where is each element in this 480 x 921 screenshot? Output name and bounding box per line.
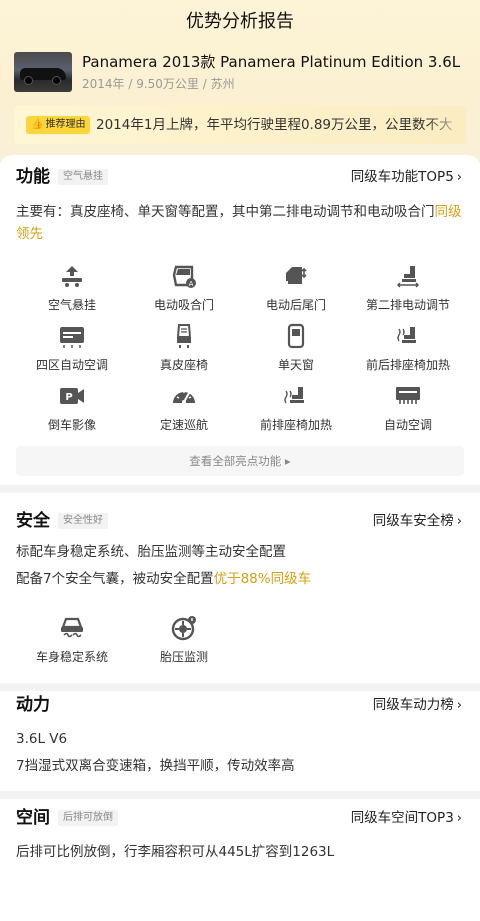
- svg-text:A: A: [189, 280, 194, 288]
- front-seat-heating-icon: [282, 383, 310, 413]
- recommend-reason-banner: 👍 推荐理由 2014年1月上牌，年平均行驶里程0.89万公里，公里数不大: [14, 106, 466, 144]
- safety-line-1: 标配车身稳定系统、胎压监测等主动安全配置: [16, 544, 286, 560]
- safety-tag: 安全性好: [58, 513, 108, 529]
- safety-feature-item[interactable]: 车身稳定系统: [16, 615, 128, 667]
- safety-feature-grid: 车身稳定系统 胎压监测: [16, 615, 464, 667]
- power-line-1: 3.6L V6: [16, 731, 68, 747]
- function-feature-label: 电动吸合门: [153, 298, 214, 312]
- function-tag: 空气悬挂: [58, 169, 108, 185]
- space-tag: 后排可放倒: [58, 810, 118, 826]
- safety-section: 安全 安全性好 同级车安全榜 › 标配车身稳定系统、胎压监测等主动安全配置 配备7…: [0, 493, 480, 683]
- function-feature-label: 第二排电动调节: [365, 298, 450, 312]
- view-all-features-button[interactable]: 查看全部亮点功能 ▸: [16, 446, 464, 476]
- space-line-1: 后排可比例放倒，行李厢容积可从445L扩容到1263L: [16, 844, 335, 860]
- recommend-reason-text: 2014年1月上牌，年平均行驶里程0.89万公里，公里数不大: [96, 117, 453, 133]
- sunroof-icon: [282, 323, 310, 353]
- safety-feature-item[interactable]: 胎压监测: [128, 615, 240, 667]
- safety-feature-label: 胎压监测: [159, 650, 208, 664]
- power-rank-link[interactable]: 同级车动力榜 ›: [373, 695, 462, 716]
- safety-title: 安全: [16, 511, 50, 531]
- function-feature-item[interactable]: 空气悬挂: [16, 263, 128, 315]
- function-feature-label: 倒车影像: [47, 418, 96, 432]
- power-line-2: 7挡湿式双离合变速箱，换挡平顺，传动效率高: [16, 758, 295, 774]
- function-feature-item[interactable]: P 倒车影像: [16, 383, 128, 435]
- soft-close-door-icon: A: [170, 263, 198, 293]
- function-feature-item[interactable]: A 电动吸合门: [128, 263, 240, 315]
- function-feature-item[interactable]: 前后排座椅加热: [352, 323, 464, 375]
- tire-pressure-icon: [170, 615, 198, 645]
- function-feature-item[interactable]: 前排座椅加热: [240, 383, 352, 435]
- second-row-seat-icon: [394, 263, 422, 293]
- seat-heating-icon: [394, 323, 422, 353]
- stability-control-icon: [58, 615, 86, 645]
- function-title: 功能: [16, 167, 50, 187]
- leather-seat-icon: [170, 323, 198, 353]
- air-suspension-icon: [58, 263, 86, 293]
- function-feature-item[interactable]: 第二排电动调节: [352, 263, 464, 315]
- function-top5-link[interactable]: 同级车功能TOP5 ›: [351, 167, 462, 188]
- page-title: 优势分析报告: [186, 11, 294, 32]
- function-feature-grid: 空气悬挂 A 电动吸合门 电动后尾门 第二排电动调节四区自动空调 真皮座椅 单天窗 前后排座椅…: [16, 263, 464, 435]
- function-feature-label: 前排座椅加热: [259, 418, 332, 432]
- function-feature-item[interactable]: 真皮座椅: [128, 323, 240, 375]
- power-title: 动力: [16, 695, 50, 715]
- chevron-right-icon: ›: [456, 698, 462, 713]
- function-feature-item[interactable]: 单天窗: [240, 323, 352, 375]
- space-title: 空间: [16, 808, 50, 828]
- space-section: 空间 后排可放倒 同级车空间TOP3 › 后排可比例放倒，行李厢容积可从445L扩…: [0, 799, 480, 921]
- car-meta: 2014年 / 9.50万公里 / 苏州: [82, 77, 235, 91]
- function-feature-label: 电动后尾门: [265, 298, 326, 312]
- function-feature-label: 前后排座椅加热: [365, 358, 450, 372]
- car-summary[interactable]: Panamera 2013款 Panamera Platinum Edition…: [14, 52, 466, 96]
- chevron-right-icon: ›: [456, 811, 462, 826]
- four-zone-ac-icon: [58, 323, 86, 353]
- car-name: Panamera 2013款 Panamera Platinum Edition…: [82, 53, 461, 71]
- power-tailgate-icon: [282, 263, 310, 293]
- space-top3-link[interactable]: 同级车空间TOP3 ›: [351, 808, 462, 829]
- function-feature-label: 定速巡航: [159, 418, 208, 432]
- cruise-control-icon: [170, 383, 198, 413]
- function-feature-label: 四区自动空调: [35, 358, 108, 372]
- function-section: 功能 空气悬挂 同级车功能TOP5 › 主要有：真皮座椅、单天窗等配置，其中第二排…: [0, 155, 480, 485]
- thumbs-up-icon: 👍: [31, 119, 44, 130]
- auto-ac-icon: [394, 383, 422, 413]
- function-description: 主要有：真皮座椅、单天窗等配置，其中第二排电动调节和电动吸合门同级领先: [16, 204, 462, 242]
- power-section: 动力 同级车动力榜 › 3.6L V6 7挡湿式双离合变速箱，换挡平顺，传动效率高: [0, 691, 480, 791]
- function-feature-item[interactable]: 定速巡航: [128, 383, 240, 435]
- chevron-right-icon: ›: [456, 514, 462, 529]
- function-feature-label: 自动空调: [383, 418, 432, 432]
- safety-rank-link[interactable]: 同级车安全榜 ›: [373, 511, 462, 532]
- function-feature-item[interactable]: 四区自动空调: [16, 323, 128, 375]
- svg-text:P: P: [65, 392, 72, 403]
- chevron-right-icon: ›: [456, 170, 462, 185]
- function-feature-label: 单天窗: [277, 358, 314, 372]
- function-feature-item[interactable]: 自动空调: [352, 383, 464, 435]
- recommend-badge: 👍 推荐理由: [26, 116, 91, 134]
- function-feature-label: 真皮座椅: [159, 358, 208, 372]
- car-thumbnail: [14, 52, 72, 92]
- function-feature-item[interactable]: 电动后尾门: [240, 263, 352, 315]
- rear-camera-icon: P: [58, 383, 86, 413]
- function-feature-label: 空气悬挂: [47, 298, 96, 312]
- safety-line-2: 配备7个安全气囊，被动安全配置优于88%同级车: [16, 571, 312, 587]
- safety-feature-label: 车身稳定系统: [35, 650, 108, 664]
